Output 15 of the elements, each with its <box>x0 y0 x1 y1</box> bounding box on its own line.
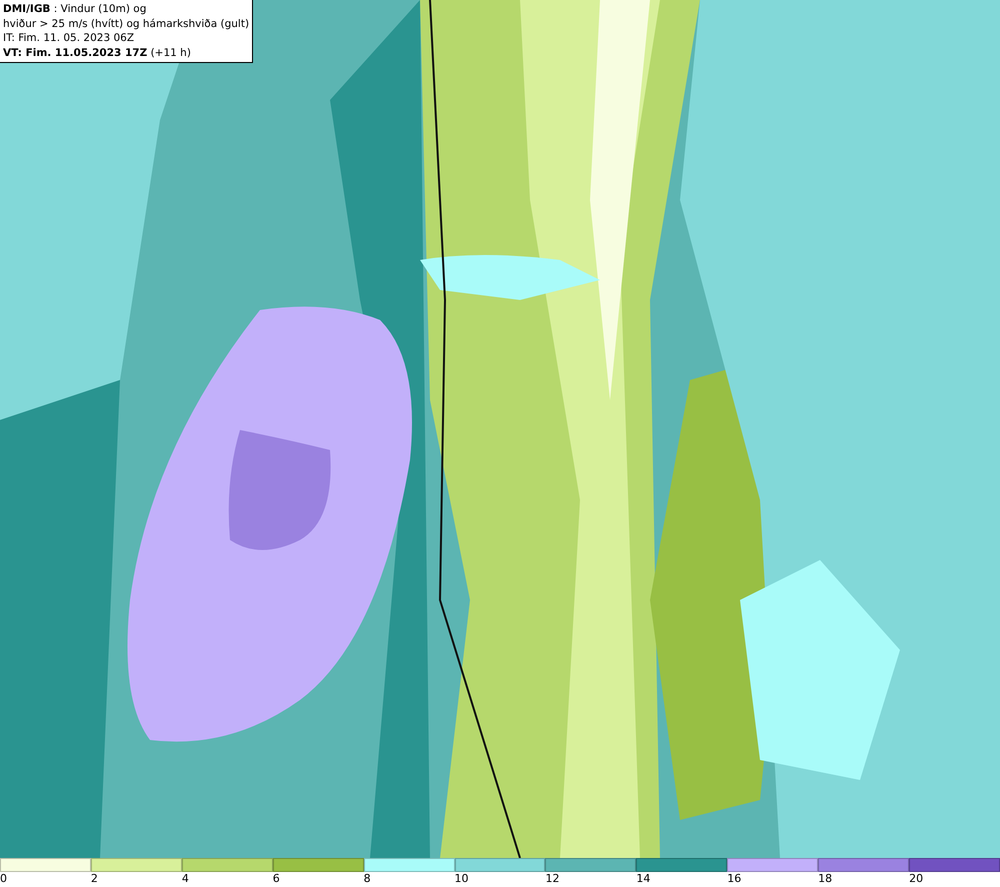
legend-label: 10 <box>454 872 469 886</box>
legend-label: 12 <box>545 872 560 886</box>
legend-label: 16 <box>727 872 742 886</box>
legend-label: 0 <box>0 872 7 886</box>
legend-label: 6 <box>272 872 280 886</box>
info-line: DMI/IGB : Vindur (10m) og <box>3 2 148 16</box>
legend-label: 8 <box>364 872 371 886</box>
legend-label: 2 <box>90 872 98 886</box>
info-line: IT: Fim. 11. 05. 2023 06Z <box>3 31 136 46</box>
info-line: VT: Fim. 11.05.2023 17Z (+11 h) <box>3 46 192 60</box>
legend-label: 14 <box>636 872 650 886</box>
legend-label: 18 <box>818 872 832 886</box>
info-line: hviður > 25 m/s (hvítt) og hámarkshviða (gult) <box>3 16 250 31</box>
legend-label: 4 <box>182 872 189 886</box>
legend-label: 20 <box>909 872 924 886</box>
